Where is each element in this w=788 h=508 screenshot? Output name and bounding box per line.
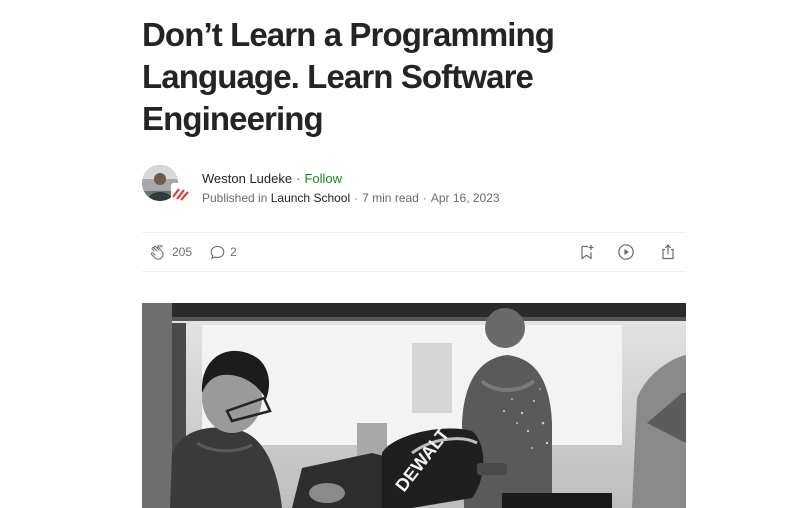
publish-date: Apr 16, 2023 <box>430 191 500 205</box>
byline-meta: Weston Ludeke · Follow Published in Launch… <box>202 170 500 207</box>
follow-button[interactable]: Follow <box>304 171 342 186</box>
launch-school-logo-icon <box>171 183 190 202</box>
workshop-photo: DEWALT <box>142 303 686 508</box>
listen-button[interactable] <box>617 242 635 262</box>
share-button[interactable] <box>659 242 677 262</box>
publication-logo[interactable] <box>171 183 190 202</box>
publication-link[interactable]: Launch School <box>271 191 350 205</box>
avatar-group[interactable] <box>142 165 190 205</box>
read-time: 7 min read <box>362 191 419 205</box>
author-name-link[interactable]: Weston Ludeke <box>202 171 292 186</box>
hero-image: DEWALT <box>142 303 686 508</box>
article-title: Don’t Learn a Programming Language. Lear… <box>142 16 555 137</box>
author-byline: Weston Ludeke · Follow Published in Launch… <box>142 164 686 207</box>
separator-dot: · <box>296 171 301 186</box>
share-icon <box>662 244 674 260</box>
article-action-bar: 205 2 <box>142 232 686 272</box>
bookmark-add-icon <box>581 245 594 260</box>
responses-button[interactable]: 2 <box>209 242 237 262</box>
clap-icon <box>150 244 164 260</box>
separator-dot: · <box>422 191 427 205</box>
response-icon <box>210 245 225 259</box>
published-in-label: Published in <box>202 191 268 205</box>
clap-button[interactable]: 205 <box>149 242 192 262</box>
clap-count: 205 <box>172 245 193 259</box>
play-icon <box>618 244 634 260</box>
response-count: 2 <box>230 245 237 259</box>
save-button[interactable] <box>578 242 596 262</box>
separator-dot: · <box>354 191 359 205</box>
